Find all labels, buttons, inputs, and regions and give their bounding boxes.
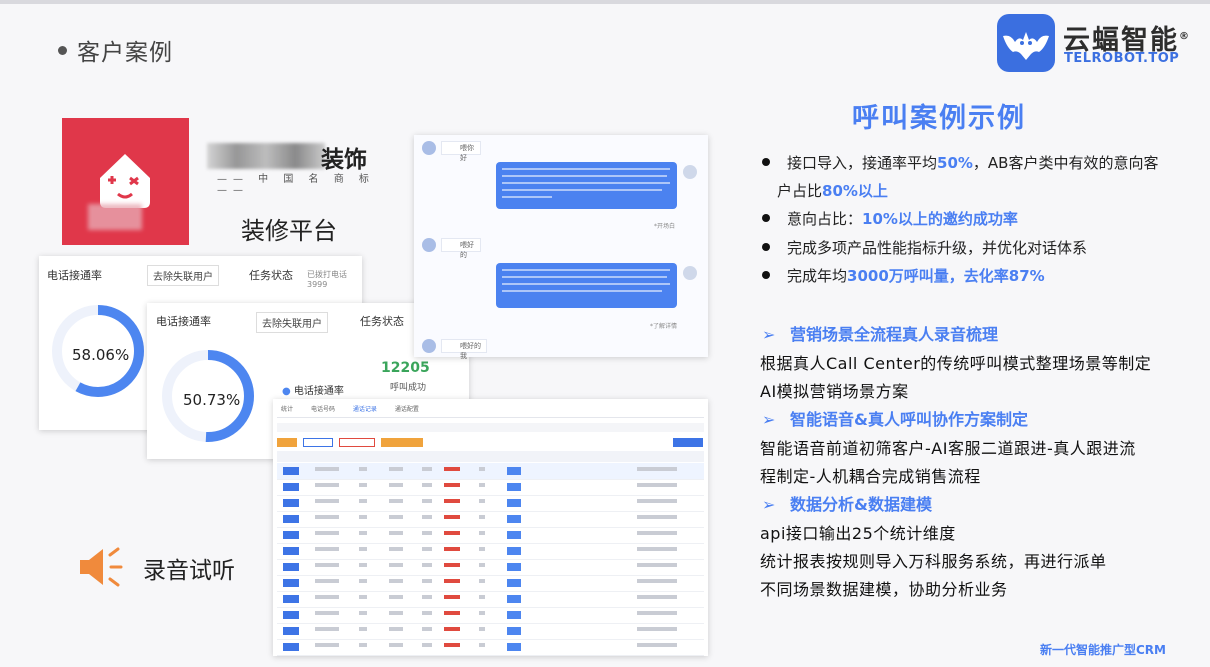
table-row[interactable] — [277, 495, 704, 512]
action-button[interactable] — [303, 438, 333, 447]
top-rule — [0, 0, 1210, 4]
tag-details: *了解详情 — [650, 323, 678, 330]
bullet-1: 接口导入，接通率平均50%，AB客户类中有效的意向客 — [762, 149, 1158, 177]
table-row[interactable] — [277, 543, 704, 560]
bullet-2: 意向占比：10%以上的邀约成功率 — [762, 205, 1018, 233]
card1-status-note: 已拨打电话3999 — [307, 270, 347, 289]
card1-status-title: 任务状态 — [249, 269, 293, 282]
brand-suffix: 装饰 — [321, 147, 367, 173]
voice-message-2[interactable]: 喂好的 — [441, 238, 481, 259]
section-2-title: ➢ 智能语音&真人呼叫协作方案制定 — [762, 410, 1028, 429]
filter-bar[interactable] — [277, 423, 704, 432]
table-row[interactable] — [277, 591, 704, 608]
card1-rate: 58.06% — [72, 346, 130, 364]
card2-filter-select[interactable]: 去除失联用户 — [256, 312, 328, 333]
robot-avatar-icon — [683, 165, 697, 179]
card2-calls-label: 呼叫成功 — [390, 383, 427, 393]
user-avatar-icon — [422, 141, 436, 155]
footer-tagline: 新一代智能推广型CRM — [1040, 643, 1166, 657]
section-2-line-2: 程制定-人机耦合完成销售流程 — [760, 467, 981, 486]
company-logo: 云蝠智能® TELROBOT.TOP — [997, 14, 1197, 74]
card2-title: 电话接通率 — [156, 315, 211, 328]
tab-records[interactable]: 通话记录 — [353, 406, 377, 413]
user-avatar-icon — [422, 339, 436, 353]
client-brand: 装饰 —— 中 国 名 商 标 —— — [207, 140, 387, 196]
table-row[interactable] — [277, 639, 704, 656]
table-row[interactable] — [277, 607, 704, 624]
slide: 客户案例 云蝠智能® TELROBOT.TOP 装饰 —— 中 国 名 商 标 … — [0, 0, 1210, 667]
card1-filter-select[interactable]: 去除失联用户 — [147, 265, 219, 286]
card2-legend: ● 电话接通率 — [282, 386, 344, 397]
audio-label: 录音试听 — [143, 558, 235, 584]
arrow-icon: ➢ — [762, 325, 776, 344]
table-header — [277, 451, 704, 462]
table-row[interactable] — [277, 479, 704, 496]
tab-phone[interactable]: 电话号码 — [311, 406, 335, 413]
right-heading: 呼叫案例示例 — [852, 103, 1026, 134]
blurred-brand-name — [207, 143, 325, 169]
ai-reply-bubble-2 — [496, 263, 677, 308]
table-row[interactable] — [277, 463, 704, 480]
arrow-icon: ➢ — [762, 410, 776, 429]
tag-opening: *开场白 — [654, 223, 676, 230]
manual-dial-button[interactable] — [673, 438, 703, 447]
section-3-title: ➢ 数据分析&数据建模 — [762, 495, 932, 514]
voice-message-3[interactable]: 喂好的我 — [441, 339, 487, 360]
brand-tagline: —— 中 国 名 商 标 —— — [217, 174, 375, 196]
house-face-icon — [88, 154, 150, 230]
card2-calls: 12205 — [381, 360, 430, 376]
bullet-4: 完成年均3000万呼叫量，去化率87% — [762, 262, 1045, 290]
client-logo-tile — [62, 118, 189, 245]
section-2-line-1: 智能语音前道初筛客户-AI客服二道跟进-真人跟进流 — [760, 439, 1136, 458]
section-3-line-2: 统计报表按规则导入万科服务系统，再进行派单 — [760, 552, 1107, 571]
call-records-table: 统计 电话号码 通话记录 通话配置 — [273, 399, 708, 656]
bullet-3: 完成多项产品性能指标升级，并优化对话体系 — [762, 234, 1087, 262]
user-avatar-icon — [422, 238, 436, 252]
logo-domain: TELROBOT.TOP — [1064, 51, 1180, 66]
table-row[interactable] — [277, 623, 704, 640]
arrow-icon: ➢ — [762, 495, 776, 514]
export-button[interactable] — [277, 438, 297, 447]
page-title-text: 客户案例 — [77, 40, 173, 66]
bat-logo-icon — [997, 14, 1055, 72]
table-row[interactable] — [277, 511, 704, 528]
card2-rate: 50.73% — [183, 391, 241, 409]
table-tabs: 统计 电话号码 通话记录 通话配置 — [281, 404, 481, 413]
table-row[interactable] — [277, 527, 704, 544]
tab-config[interactable]: 通话配置 — [395, 406, 419, 413]
robot-avatar-icon — [683, 266, 697, 280]
bullet-1-cont: 户占比80%以上 — [777, 182, 888, 200]
voice-message-1[interactable]: 喂你好 — [441, 141, 481, 162]
section-1-title: ➢ 营销场景全流程真人录音梳理 — [762, 325, 999, 344]
section-1-line-2: AI模拟营销场景方案 — [760, 382, 909, 401]
section-3-line-1: api接口输出25个统计维度 — [760, 524, 956, 543]
card2-status-title: 任务状态 — [360, 315, 404, 328]
table-row[interactable] — [277, 559, 704, 576]
table-row[interactable] — [277, 575, 704, 592]
page-title: 客户案例 — [58, 33, 173, 67]
speaker-icon[interactable] — [78, 545, 128, 589]
section-3-line-3: 不同场景数据建模，协助分析业务 — [760, 580, 1008, 599]
bullet-dot — [58, 46, 67, 55]
legend-dot-icon: ● — [282, 386, 291, 397]
platform-label: 装修平台 — [241, 217, 337, 245]
ai-reply-bubble-1 — [496, 162, 677, 209]
action-button[interactable] — [339, 438, 375, 447]
action-button[interactable] — [381, 438, 423, 447]
section-1-line-1: 根据真人Call Center的传统呼叫模式整理场景等制定 — [760, 354, 1152, 373]
card1-title: 电话接通率 — [47, 269, 102, 282]
tab-stats[interactable]: 统计 — [281, 406, 293, 413]
chat-transcript-card: 喂你好 *开场白 喂好的 *了解详情 喂好的我 — [414, 135, 708, 360]
